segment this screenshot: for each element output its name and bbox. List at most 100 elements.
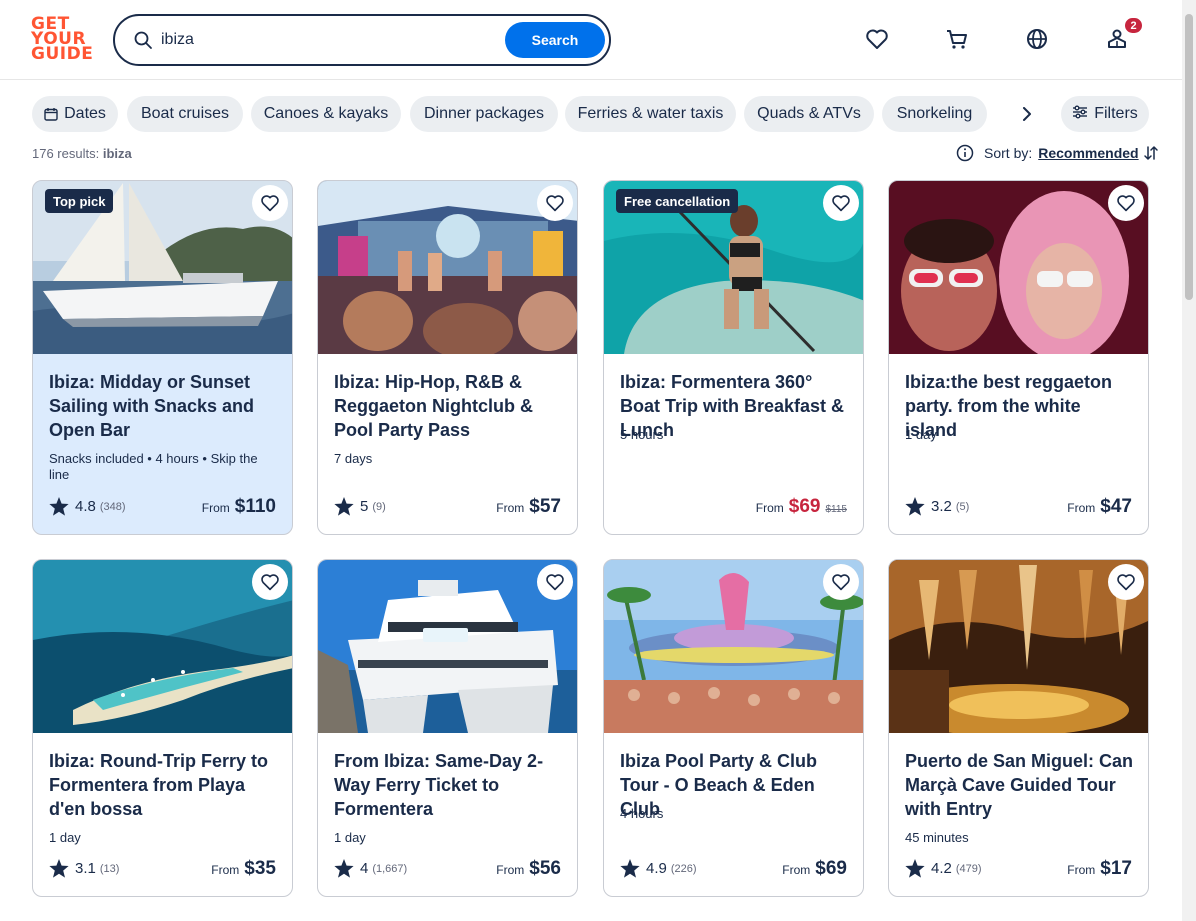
chip-boat-cruises[interactable]: Boat cruises: [127, 96, 243, 132]
activity-card[interactable]: Ibiza: Hip-Hop, R&B & Reggaeton Nightclu…: [317, 180, 578, 535]
chip-ferries-water-taxis[interactable]: Ferries & water taxis: [565, 96, 736, 132]
activity-card[interactable]: Ibiza: Round-Trip Ferry to Formentera fr…: [32, 559, 293, 897]
activity-card[interactable]: Free cancellation Ibiza: Formentera 360°…: [603, 180, 864, 535]
scrollbar-thumb[interactable]: [1185, 14, 1193, 300]
rating-value: 3.1: [75, 860, 96, 877]
sort-control[interactable]: Sort by: Recommended: [956, 143, 1159, 163]
search-icon: [133, 30, 153, 50]
chevron-right-icon[interactable]: [1010, 97, 1044, 131]
sort-value[interactable]: Recommended: [1038, 145, 1138, 161]
price-from-label: From: [496, 863, 525, 877]
search-input[interactable]: [161, 27, 491, 53]
rating: 4.8 (348): [49, 497, 126, 516]
sort-label: Sort by:: [984, 145, 1033, 161]
activity-meta: 1 day: [49, 830, 81, 845]
tag-badge: Top pick: [45, 189, 114, 213]
info-icon[interactable]: [956, 144, 974, 162]
rating-value: 5: [360, 498, 369, 515]
rating: 3.2 (5): [905, 497, 969, 516]
heart-icon[interactable]: [252, 185, 288, 221]
activity-title[interactable]: Puerto de San Miguel: Can Marçà Cave Gui…: [905, 749, 1137, 821]
price-from-label: From: [1067, 501, 1096, 515]
chip-quads-atvs[interactable]: Quads & ATVs: [744, 96, 874, 132]
heart-icon[interactable]: [537, 564, 573, 600]
scrollbar[interactable]: [1182, 0, 1196, 921]
activity-card[interactable]: From Ibiza: Same-Day 2-Way Ferry Ticket …: [317, 559, 578, 897]
heart-icon[interactable]: [537, 185, 573, 221]
activity-meta: 1 day: [905, 427, 937, 442]
cart-icon[interactable]: [944, 26, 970, 52]
activity-title[interactable]: From Ibiza: Same-Day 2-Way Ferry Ticket …: [334, 749, 566, 821]
price: From $110: [202, 496, 276, 518]
price: From $17: [1067, 858, 1132, 880]
filters-icon: [1072, 105, 1094, 124]
activity-title[interactable]: Ibiza: Hip-Hop, R&B & Reggaeton Nightclu…: [334, 370, 566, 442]
activity-title[interactable]: Ibiza: Round-Trip Ferry to Formentera fr…: [49, 749, 281, 821]
results-count: 176 results: ibiza: [32, 146, 132, 161]
heart-icon[interactable]: [823, 564, 859, 600]
results-query: ibiza: [102, 146, 132, 161]
filters-button[interactable]: Filters: [1061, 96, 1149, 132]
review-count: (9): [372, 500, 386, 513]
chips-fade: [988, 96, 1002, 132]
star-icon: [905, 497, 925, 516]
price: From $69: [782, 858, 847, 880]
cart-badge: 2: [1124, 17, 1143, 34]
globe-icon[interactable]: [1024, 26, 1050, 52]
sort-icon[interactable]: [1143, 145, 1159, 161]
heart-icon[interactable]: [1108, 564, 1144, 600]
rating-value: 4: [360, 860, 369, 877]
rating-value: 4.2: [931, 860, 952, 877]
review-count: (226): [670, 862, 697, 875]
tag-badge: Free cancellation: [616, 189, 739, 213]
results-count-label: 176 results:: [32, 146, 100, 161]
review-count: (13): [99, 862, 120, 875]
chip-dinner-packages[interactable]: Dinner packages: [410, 96, 558, 132]
price-from-label: From: [496, 501, 525, 515]
activity-card[interactable]: Top pick Ibiza: Midday or Sunset Sailing…: [32, 180, 293, 535]
activity-meta: Snacks included • 4 hours • Skip the lin…: [49, 451, 258, 482]
price-from-label: From: [782, 863, 811, 877]
rating: 4.2 (479): [905, 859, 982, 878]
star-icon: [334, 859, 354, 878]
heart-icon[interactable]: [823, 185, 859, 221]
rating-value: 4.9: [646, 860, 667, 877]
review-count: (479): [955, 862, 982, 875]
activity-meta: 45 minutes: [905, 830, 969, 845]
price-amount: $110: [234, 496, 276, 517]
rating: 4 (1,667): [334, 859, 407, 878]
price: From $57: [496, 496, 561, 518]
activity-card[interactable]: Ibiza:the best reggaeton party. from the…: [888, 180, 1149, 535]
wishlist-heart-icon[interactable]: [864, 26, 890, 52]
activity-card[interactable]: Ibiza Pool Party & Club Tour - O Beach &…: [603, 559, 864, 897]
price-from-label: From: [1067, 863, 1096, 877]
search-button[interactable]: Search: [505, 22, 605, 58]
price-amount: $57: [529, 496, 561, 517]
logo[interactable]: GET YOUR GUIDE: [31, 16, 93, 63]
filters-label: Filters: [1094, 105, 1138, 122]
price: From $35: [211, 858, 276, 880]
price: From $69 $115: [756, 496, 847, 518]
star-icon: [49, 859, 69, 878]
review-count: (1,667): [372, 862, 408, 875]
chip-dates[interactable]: Dates: [32, 96, 118, 132]
chip-canoes-kayaks[interactable]: Canoes & kayaks: [251, 96, 401, 132]
price: From $56: [496, 858, 561, 880]
price-from-label: From: [211, 863, 240, 877]
calendar-icon: [44, 107, 58, 121]
category-chips: Dates Boat cruises Canoes & kayaks Dinne…: [32, 96, 992, 132]
chip-snorkeling[interactable]: Snorkeling: [882, 96, 987, 132]
rating: 5 (9): [334, 497, 386, 516]
heart-icon[interactable]: [1108, 185, 1144, 221]
price-amount: $17: [1100, 858, 1132, 879]
search-box[interactable]: Search: [113, 14, 611, 66]
price: From $47: [1067, 496, 1132, 518]
heart-icon[interactable]: [252, 564, 288, 600]
activity-title[interactable]: Ibiza: Midday or Sunset Sailing with Sna…: [49, 370, 281, 442]
activity-card[interactable]: Puerto de San Miguel: Can Marçà Cave Gui…: [888, 559, 1149, 897]
price-from-label: From: [755, 501, 784, 515]
star-icon: [49, 497, 69, 516]
price-amount: $47: [1100, 496, 1132, 517]
price-amount: $69: [788, 496, 821, 517]
rating-value: 4.8: [75, 498, 96, 515]
